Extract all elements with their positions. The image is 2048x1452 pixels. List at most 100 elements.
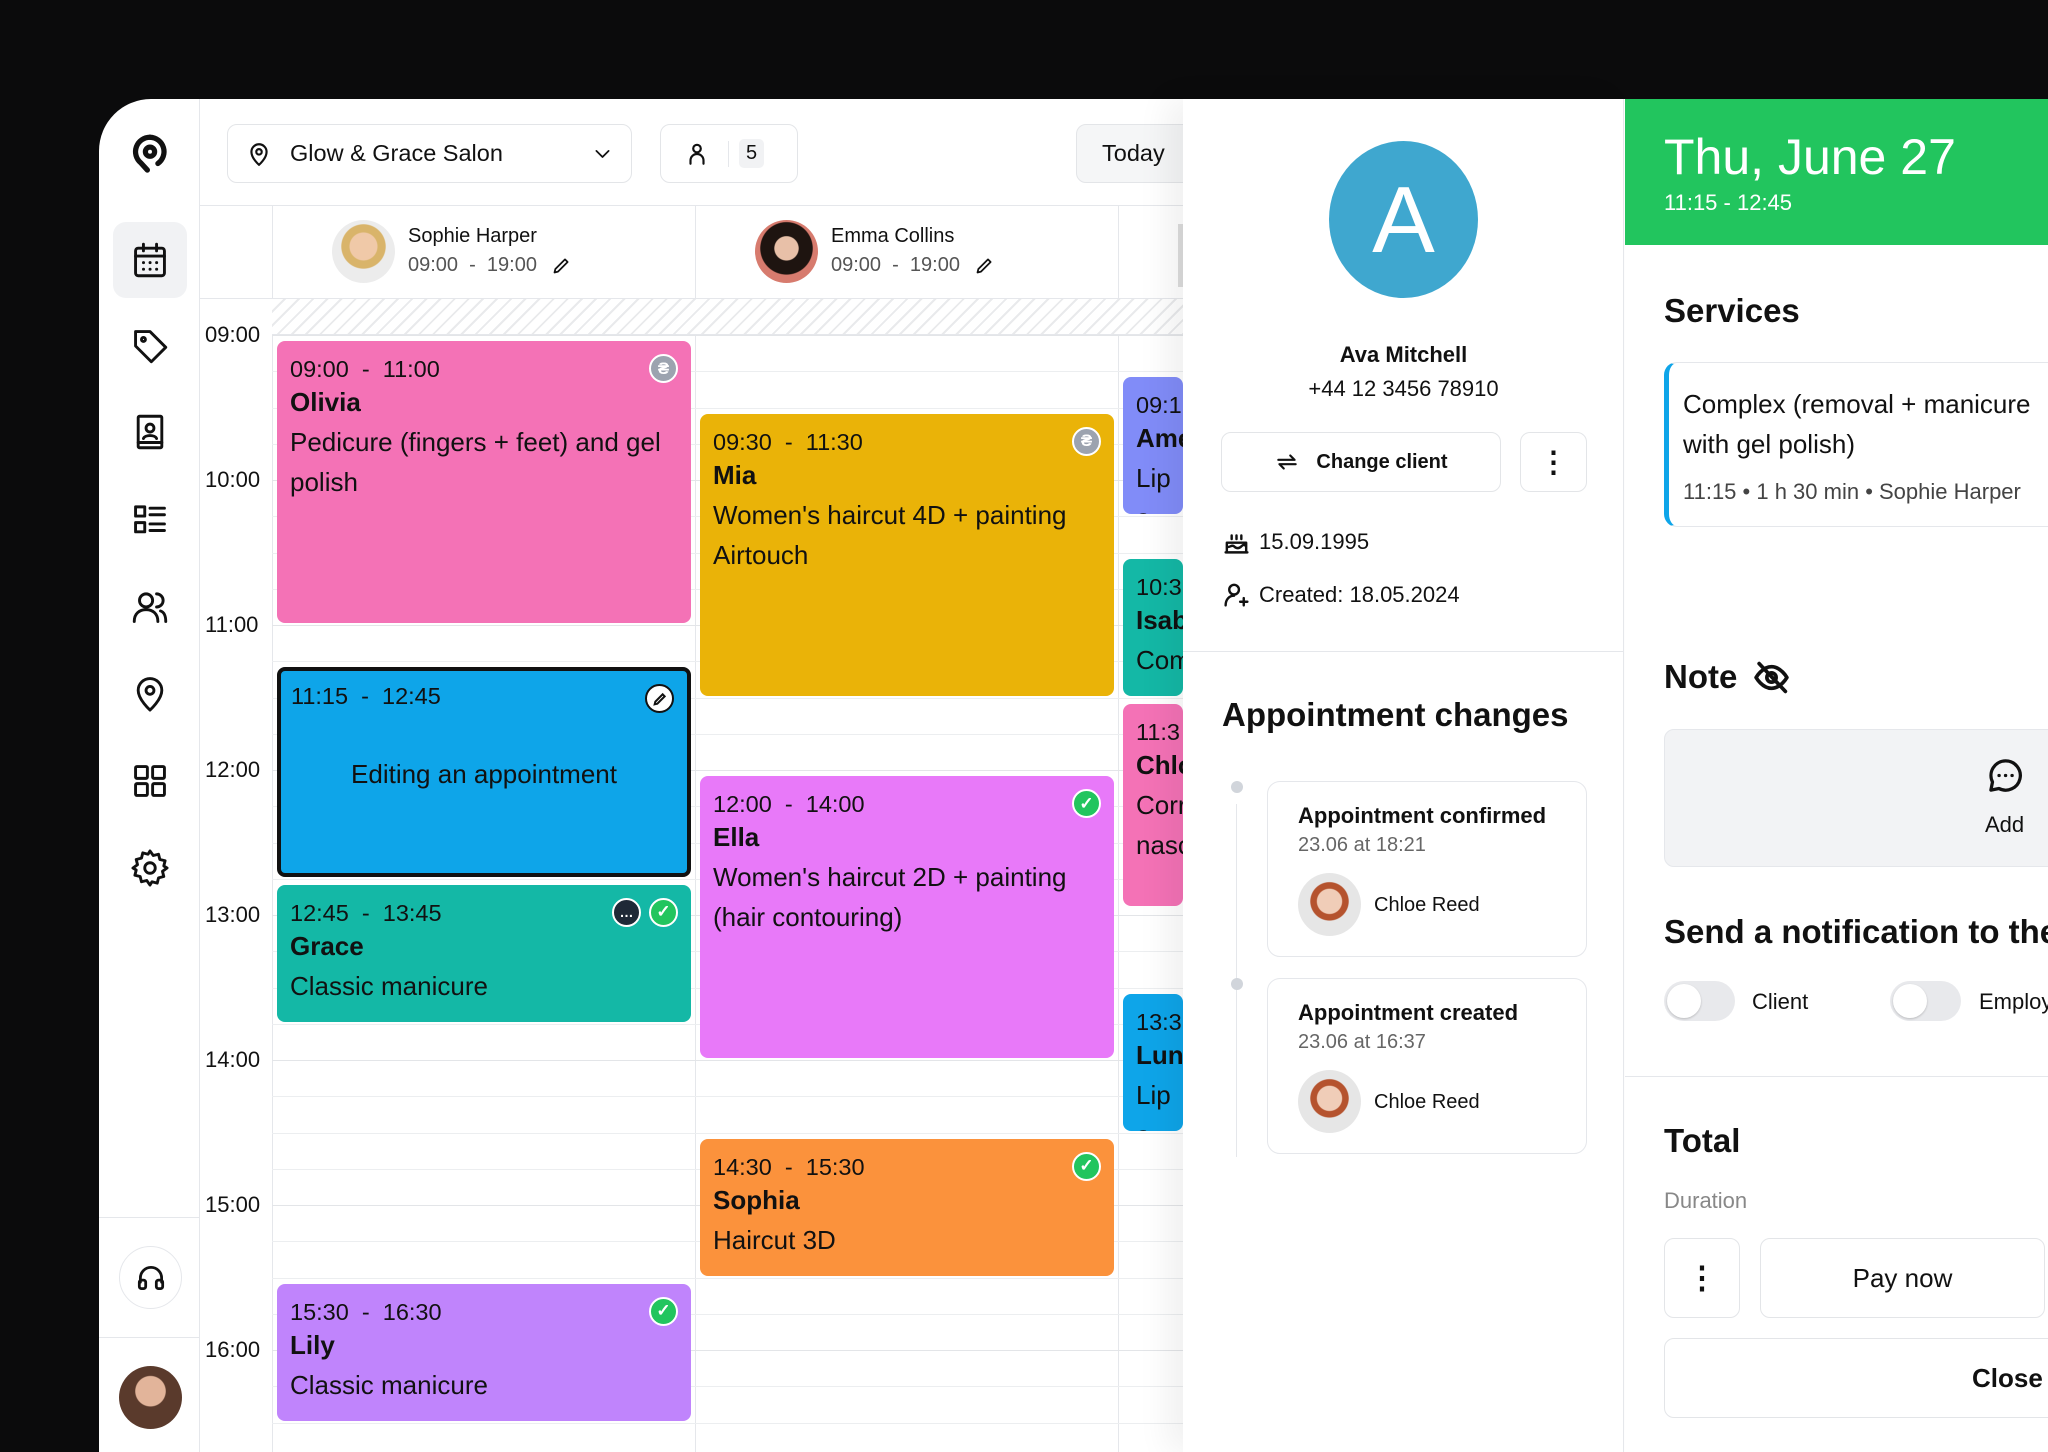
user-avatar[interactable] — [119, 1366, 182, 1429]
time-label: 15:00 — [205, 1192, 261, 1217]
appointment-card[interactable]: 15:30 - 16:30 Lily Classic manicure ✓ — [277, 1283, 691, 1421]
staff-avatar — [332, 220, 395, 283]
sidebar-item-clients[interactable] — [113, 394, 187, 470]
time-label: 14:00 — [205, 1047, 261, 1072]
more-vertical-icon: ⋮ — [1539, 446, 1568, 479]
client-name: Mia — [713, 459, 757, 490]
logo-icon[interactable] — [113, 115, 187, 191]
appointment-card[interactable]: 12:45 - 13:45 Grace Classic manicure… ✓ — [277, 884, 691, 1022]
time-label: 12:00 — [205, 757, 261, 782]
staff-filter-button[interactable]: 5 — [660, 124, 798, 183]
sidebar-item-services[interactable] — [113, 482, 187, 558]
birthday-cake-icon — [1224, 534, 1249, 554]
appointment-header: Thu, June 27 11:15 - 12:45 — [1625, 99, 2048, 245]
divider — [99, 1337, 200, 1338]
divider — [99, 1217, 200, 1218]
service-meta: 11:15 • 1 h 30 min • Sophie Harper — [1683, 479, 2021, 504]
pay-now-label: Pay now — [1852, 1262, 1953, 1293]
appointment-time: 11:15 - 12:45 — [1664, 190, 1793, 215]
check-icon: ✓ — [1072, 789, 1101, 818]
calendar: Glow & Grace Salon 5 Today Sophie Harper… — [200, 99, 1207, 1452]
comment-icon: … — [612, 897, 641, 927]
appointment-panel: Thu, June 27 11:15 - 12:45 Services Comp… — [1625, 99, 2048, 1452]
sidebar-item-staff[interactable] — [113, 569, 187, 645]
service-name: Haircut 3D — [713, 1224, 836, 1255]
sidebar-item-settings[interactable] — [113, 830, 187, 906]
add-note-button[interactable]: Add — [1664, 729, 2048, 867]
location-icon — [250, 142, 268, 166]
user-plus-icon — [1224, 583, 1249, 607]
notify-employee-toggle[interactable] — [1890, 981, 1961, 1021]
close-button[interactable]: Close — [1664, 1338, 2048, 1418]
appointment-card[interactable]: 11:15 - 12:45 Editing an appointment — [277, 667, 691, 877]
appointment-date: Thu, June 27 — [1664, 129, 1956, 185]
service-name: Pedicure (fingers + feet) and gel polish — [290, 427, 661, 497]
users-icon — [132, 592, 168, 623]
headset-icon — [137, 1265, 164, 1290]
appointment-card[interactable]: 09:00 - 11:00 Olivia Pedicure (fingers + f… — [277, 341, 691, 623]
sidebar-item-apps[interactable] — [113, 743, 187, 819]
pencil-icon[interactable] — [551, 255, 572, 276]
service-name: Women's haircut 4D + painting Airtouch — [713, 499, 1067, 570]
grid-line — [272, 1132, 1183, 1134]
person-icon — [689, 143, 705, 165]
change-client-label: Change client — [1316, 450, 1448, 473]
client-name: Ame — [1136, 423, 1183, 454]
check-icon: ✓ — [649, 1296, 678, 1326]
service-card[interactable]: Complex (removal + manicure with gel pol… — [1664, 362, 2048, 527]
edit-icon[interactable] — [645, 684, 674, 714]
client-phone: +44 12 3456 78910 — [1308, 376, 1499, 401]
service-name: Classic manicure — [290, 970, 488, 1001]
note-header: Note — [1664, 658, 1790, 696]
change-item: Appointment confirmed 23.06 at 18:21 Chl… — [1267, 781, 1587, 957]
appointment-card[interactable]: 12:00 - 14:00 Ella Women's haircut 2D + pa… — [700, 776, 1114, 1058]
grid-line — [272, 1277, 1183, 1279]
sidebar-item-locations[interactable] — [113, 655, 187, 731]
apps-grid-icon — [134, 765, 166, 797]
location-name: Glow & Grace Salon — [290, 140, 503, 166]
payment-icon: ₴ — [1072, 426, 1101, 456]
birthday-value: 15.09.1995 — [1259, 528, 1370, 554]
appointment-card[interactable]: 13:3 Luna Lip a — [1123, 993, 1183, 1131]
appointment-card[interactable]: 09:30 - 11:30 Mia Women's haircut 4D + pai… — [700, 413, 1114, 696]
support-button[interactable] — [119, 1246, 182, 1309]
service-name: Complex (removal + manicure with gel pol… — [1683, 389, 2031, 459]
pencil-icon[interactable] — [974, 255, 995, 276]
appointment-card[interactable]: 11:3 Chlo Corr nasc — [1123, 703, 1183, 906]
notify-client-label: Client — [1752, 989, 1809, 1014]
gear-icon — [131, 849, 169, 887]
notify-client-toggle[interactable] — [1664, 981, 1735, 1021]
sidebar-item-tags[interactable] — [113, 308, 187, 384]
more-actions-button[interactable]: ⋮ — [1664, 1238, 1740, 1318]
eye-off-icon — [1754, 661, 1790, 693]
appointment-time: 10:3 — [1136, 573, 1182, 600]
appointment-changes-title: Appointment changes — [1222, 696, 1569, 733]
appointment-time: 09:00 - 11:00 — [290, 356, 440, 382]
client-name: Ella — [713, 822, 760, 852]
created-value: Created: 18.05.2024 — [1259, 581, 1460, 607]
pay-now-button[interactable]: Pay now — [1760, 1238, 2045, 1318]
add-note-label: Add — [1985, 812, 2025, 837]
appointment-card[interactable]: 09:1 Ame Lip a — [1123, 377, 1183, 515]
client-name: Sophia — [713, 1184, 800, 1215]
appointment-time: 11:15 - 12:45 — [291, 683, 441, 710]
appointment-time: 13:3 — [1136, 1008, 1182, 1035]
check-icon: ✓ — [649, 897, 678, 927]
staff-name: Emma Collins — [831, 225, 955, 247]
client-more-button[interactable]: ⋮ — [1520, 432, 1587, 492]
sidebar-item-calendar[interactable] — [113, 222, 187, 298]
service-name: Lip a — [1136, 1079, 1171, 1131]
client-name: Lily — [290, 1329, 335, 1360]
location-select[interactable]: Glow & Grace Salon — [227, 124, 632, 183]
grid-line — [272, 1096, 1183, 1098]
change-title: Appointment created — [1298, 1000, 1519, 1025]
client-name: Luna — [1136, 1039, 1183, 1070]
today-label: Today — [1102, 140, 1165, 166]
client-panel: A Ava Mitchell +44 12 3456 78910 Change … — [1183, 99, 1624, 1452]
time-label: 13:00 — [205, 902, 261, 927]
appointment-card[interactable]: 10:3 Isab Com — [1123, 558, 1183, 696]
tag-icon — [134, 330, 168, 364]
appointment-card[interactable]: 14:30 - 15:30 Sophia Haircut 3D ✓ — [700, 1138, 1114, 1276]
appointment-time: 09:30 - 11:30 — [713, 428, 863, 455]
change-client-button[interactable]: Change client — [1221, 432, 1501, 492]
